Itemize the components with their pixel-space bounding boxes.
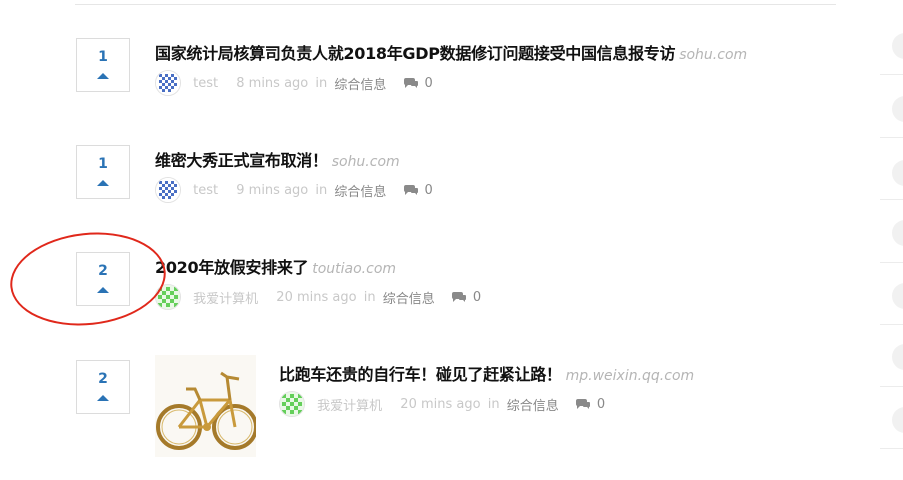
title-line: 国家统计局核算司负责人就2018年GDP数据修订问题接受中国信息报专访 sohu.… <box>155 40 747 64</box>
post-time: 9 mins ago <box>236 182 309 198</box>
comments-link[interactable]: 0 <box>403 183 433 198</box>
post-time: 8 mins ago <box>236 75 309 91</box>
comment-bubble-icon <box>451 292 466 302</box>
post-thumbnail[interactable] <box>155 355 256 457</box>
comment-bubble-icon <box>403 185 418 195</box>
post-author[interactable]: 我爱计算机 <box>193 288 258 307</box>
sidebar-avatar[interactable] <box>892 33 903 59</box>
sidebar-divider <box>880 448 903 449</box>
post-title[interactable]: 维密大秀正式宣布取消！ <box>155 151 328 170</box>
post-category[interactable]: 综合信息 <box>334 74 386 93</box>
sidebar-avatar[interactable] <box>892 407 903 433</box>
right-sidebar <box>880 0 903 480</box>
post-category[interactable]: 综合信息 <box>334 181 386 200</box>
post-domain[interactable]: toutiao.com <box>312 261 396 277</box>
post-in-label: in <box>315 75 328 91</box>
post-time: 20 mins ago <box>276 289 357 305</box>
sidebar-avatar[interactable] <box>892 283 903 309</box>
post-category[interactable]: 综合信息 <box>507 395 559 414</box>
sidebar-avatar[interactable] <box>892 160 903 186</box>
post-author[interactable]: test <box>193 183 218 198</box>
upvote-arrow-icon[interactable] <box>97 73 109 79</box>
vote-box[interactable]: 1 <box>76 145 130 199</box>
post-in-label: in <box>315 182 328 198</box>
sidebar-avatar[interactable] <box>892 344 903 370</box>
post-meta: 我爱计算机 20 mins ago in 综合信息 0 <box>155 284 481 312</box>
vote-count: 1 <box>98 49 108 65</box>
post-meta: test 9 mins ago in 综合信息 0 <box>155 177 433 205</box>
comment-count: 0 <box>472 289 482 305</box>
title-line: 维密大秀正式宣布取消！ sohu.com <box>155 147 400 171</box>
post-domain[interactable]: mp.weixin.qq.com <box>566 368 695 384</box>
comment-count: 0 <box>424 75 433 91</box>
vote-box[interactable]: 2 <box>76 360 130 414</box>
sidebar-avatar[interactable] <box>892 220 903 246</box>
upvote-arrow-icon[interactable] <box>97 287 109 293</box>
sidebar-divider <box>880 262 903 263</box>
avatar[interactable] <box>155 70 181 96</box>
comment-count: 0 <box>424 182 433 198</box>
title-line: 2020年放假安排来了 toutiao.com <box>155 254 396 278</box>
vote-count: 2 <box>98 263 108 279</box>
comments-link[interactable]: 0 <box>575 397 605 412</box>
post-title[interactable]: 国家统计局核算司负责人就2018年GDP数据修订问题接受中国信息报专访 <box>155 44 675 63</box>
sidebar-divider <box>880 386 903 387</box>
post-in-label: in <box>363 289 376 305</box>
post-meta: test 8 mins ago in 综合信息 0 <box>155 70 433 98</box>
sidebar-divider <box>880 324 903 325</box>
vote-count: 1 <box>98 156 108 172</box>
comments-link[interactable]: 0 <box>403 76 433 91</box>
upvote-arrow-icon[interactable] <box>97 395 109 401</box>
avatar[interactable] <box>279 391 305 417</box>
comment-bubble-icon <box>575 399 590 409</box>
post-domain[interactable]: sohu.com <box>679 47 747 63</box>
post-feed: 1 国家统计局核算司负责人就2018年GDP数据修订问题接受中国信息报专访 soh… <box>0 0 880 480</box>
comments-link[interactable]: 0 <box>451 290 481 305</box>
sidebar-divider <box>880 137 903 138</box>
gold-bicycle-image <box>155 355 256 457</box>
post-in-label: in <box>487 396 500 412</box>
post-category[interactable]: 综合信息 <box>383 288 435 307</box>
vote-box[interactable]: 1 <box>76 38 130 92</box>
post-time: 20 mins ago <box>400 396 481 412</box>
post-author[interactable]: test <box>193 76 218 91</box>
title-line: 比跑车还贵的自行车！碰见了赶紧让路！ mp.weixin.qq.com <box>279 361 694 385</box>
post-title[interactable]: 2020年放假安排来了 <box>155 258 309 277</box>
post-domain[interactable]: sohu.com <box>332 154 400 170</box>
avatar[interactable] <box>155 177 181 203</box>
sidebar-avatar[interactable] <box>892 96 903 122</box>
vote-count: 2 <box>98 371 108 387</box>
sidebar-divider <box>880 199 903 200</box>
upvote-arrow-icon[interactable] <box>97 180 109 186</box>
sidebar-divider <box>880 74 903 75</box>
post-meta: 我爱计算机 20 mins ago in 综合信息 0 <box>279 391 605 419</box>
vote-box[interactable]: 2 <box>76 252 130 306</box>
comment-bubble-icon <box>403 78 418 88</box>
comment-count: 0 <box>596 396 606 412</box>
post-title[interactable]: 比跑车还贵的自行车！碰见了赶紧让路！ <box>279 365 562 384</box>
post-author[interactable]: 我爱计算机 <box>317 395 382 414</box>
avatar[interactable] <box>155 284 181 310</box>
